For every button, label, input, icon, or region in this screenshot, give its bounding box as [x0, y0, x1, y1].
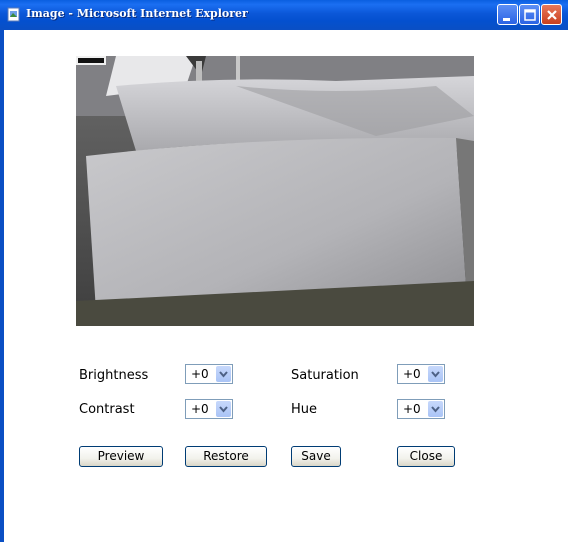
- hue-value: +0: [403, 402, 421, 416]
- camera-image: [76, 56, 474, 326]
- chevron-down-icon: [216, 366, 231, 382]
- chevron-down-icon: [428, 401, 443, 417]
- save-button[interactable]: Save: [291, 446, 341, 467]
- saturation-label: Saturation: [291, 368, 359, 383]
- saturation-select[interactable]: +0: [397, 364, 445, 384]
- minimize-icon: [503, 18, 510, 21]
- minimize-button[interactable]: [497, 4, 518, 25]
- close-icon: [547, 10, 557, 20]
- restore-button[interactable]: Restore: [185, 446, 267, 467]
- ie-page-icon: [7, 7, 20, 22]
- window-title: Image - Microsoft Internet Explorer: [26, 7, 248, 20]
- contrast-label: Contrast: [79, 402, 135, 417]
- hue-label: Hue: [291, 402, 318, 417]
- close-button[interactable]: Close: [397, 446, 455, 467]
- close-window-button[interactable]: [541, 4, 562, 25]
- chevron-down-icon: [428, 366, 443, 382]
- maximize-button[interactable]: [519, 4, 540, 25]
- window-titlebar[interactable]: Image - Microsoft Internet Explorer: [0, 0, 568, 30]
- brightness-select[interactable]: +0: [185, 364, 233, 384]
- window-border: [0, 30, 4, 542]
- contrast-value: +0: [191, 402, 209, 416]
- saturation-value: +0: [403, 367, 421, 381]
- hue-select[interactable]: +0: [397, 399, 445, 419]
- brightness-value: +0: [191, 367, 209, 381]
- brightness-label: Brightness: [79, 368, 149, 383]
- maximize-icon: [524, 9, 536, 21]
- preview-button[interactable]: Preview: [79, 446, 163, 467]
- chevron-down-icon: [216, 401, 231, 417]
- contrast-select[interactable]: +0: [185, 399, 233, 419]
